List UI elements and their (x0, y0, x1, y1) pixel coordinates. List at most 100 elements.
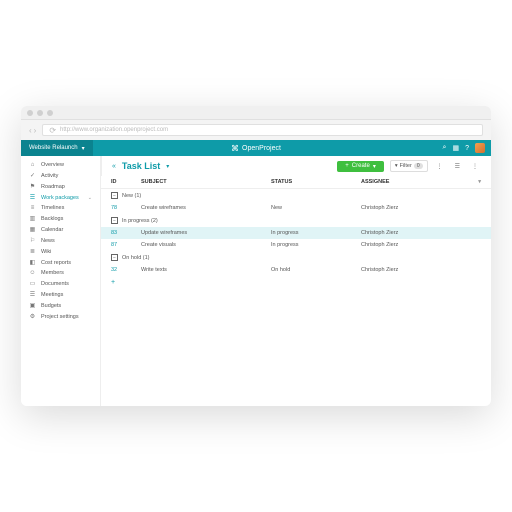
sidebar-item-work-packages[interactable]: ☰Work packages⌄ (21, 192, 100, 203)
main: « Task List ▾ + Create ▾ ▾ Filter 0 ⋮ ☰ … (101, 156, 491, 406)
search-icon[interactable]: ⌕ (443, 144, 447, 152)
sidebar-item-budgets[interactable]: ▣ Budgets (21, 300, 100, 311)
sidebar-icon: ≡ (29, 205, 36, 211)
sidebar-item-label: Documents (41, 281, 69, 287)
sidebar: ⌂Overview ✓ Activity ⚑Roadmap ☰ Work packages… (21, 156, 101, 406)
collapse-group-icon[interactable]: − (111, 254, 118, 261)
url-text: http://www.organization.openproject.com (60, 127, 168, 133)
sidebar-item-label: Activity (41, 173, 58, 179)
sidebar-item-label: Budgets (41, 303, 61, 309)
plus-icon: + (345, 163, 349, 169)
app-window: ‹ › ⟳ http://www.organization.openprojec… (21, 106, 491, 406)
sidebar-item-backlogs[interactable]: ▥ Backlogs (21, 213, 100, 224)
table-row[interactable]: 83Update wireframesIn progressChristoph … (101, 227, 491, 239)
sidebar-item-news[interactable]: ⚐ News (21, 235, 100, 246)
sidebar-item-activity[interactable]: ✓ Activity (21, 170, 100, 181)
sidebar-icon: ⚙ (29, 313, 36, 320)
col-assignee[interactable]: ASSIGNEE (361, 179, 473, 185)
col-menu[interactable]: ▾ (473, 179, 481, 185)
cell-assignee: Christoph Zierz (361, 230, 481, 236)
sidebar-item-label: Backlogs (41, 216, 63, 222)
cell-assignee: Christoph Zierz (361, 205, 481, 211)
col-id[interactable]: ID (111, 179, 141, 185)
project-selector[interactable]: Website Relaunch ▾ (21, 140, 93, 156)
cell-id[interactable]: 83 (111, 230, 141, 236)
collapse-sidebar-icon[interactable]: « (112, 163, 116, 170)
sidebar-item-label: News (41, 238, 55, 244)
table-row[interactable]: 78Create wireframesNewChristoph Zierz (101, 202, 491, 214)
task-table: ID SUBJECT STATUS ASSIGNEE ▾ −New (1)78C… (101, 176, 491, 406)
window-titlebar (21, 106, 491, 120)
sidebar-item-documents[interactable]: ▭ Documents (21, 278, 100, 289)
sidebar-item-members[interactable]: ☺Members (21, 268, 100, 278)
sidebar-icon: ⌂ (29, 162, 36, 168)
sidebar-item-cost-reports[interactable]: ◧ Cost reports (21, 257, 100, 268)
main-header: « Task List ▾ + Create ▾ ▾ Filter 0 ⋮ ☰ … (101, 156, 491, 176)
sidebar-icon: ✓ (29, 172, 36, 179)
group-header[interactable]: −In progress (2) (101, 214, 491, 227)
min-dot[interactable] (37, 110, 43, 116)
browser-address-bar: ‹ › ⟳ http://www.organization.openprojec… (21, 120, 491, 140)
max-dot[interactable] (47, 110, 53, 116)
cell-status: On hold (271, 267, 361, 273)
chevron-down-icon: ▾ (82, 145, 85, 152)
more-icon[interactable]: ⋮ (469, 161, 481, 172)
sidebar-item-calendar[interactable]: ▦Calendar (21, 224, 100, 235)
sidebar-icon: ◧ (29, 259, 36, 266)
avatar[interactable] (475, 143, 485, 153)
sidebar-item-timelines[interactable]: ≡Timelines (21, 203, 100, 213)
create-label: Create (352, 163, 370, 169)
sidebar-icon: ▥ (29, 215, 36, 222)
sidebar-item-roadmap[interactable]: ⚑Roadmap (21, 181, 100, 192)
sidebar-icon: ▣ (29, 302, 36, 309)
cell-id[interactable]: 32 (111, 267, 141, 273)
collapse-group-icon[interactable]: − (111, 217, 118, 224)
brand-logo-icon: ⌘ (231, 144, 239, 153)
back-icon[interactable]: ‹ (29, 126, 32, 135)
sidebar-item-meetings[interactable]: ☰Meetings (21, 289, 100, 300)
reload-icon[interactable]: ⟳ (49, 126, 56, 135)
forward-icon[interactable]: › (34, 126, 37, 135)
sidebar-icon: ⚐ (29, 237, 36, 244)
sidebar-item-wiki[interactable]: ≣ Wiki (21, 246, 100, 257)
sidebar-icon: ≣ (29, 248, 36, 255)
settings-icon[interactable]: ☰ (452, 161, 463, 172)
app-body: ⌂Overview ✓ Activity ⚑Roadmap ☰ Work packages… (21, 156, 491, 406)
table-header: ID SUBJECT STATUS ASSIGNEE ▾ (101, 176, 491, 189)
options-icon[interactable]: ⋮ (434, 161, 446, 172)
filter-button[interactable]: ▾ Filter 0 (390, 160, 428, 172)
cell-subject: Create visuals (141, 242, 271, 248)
table-row[interactable]: 32Write textsOn holdChristoph Zierz (101, 264, 491, 276)
cell-id[interactable]: 78 (111, 205, 141, 211)
sidebar-item-label: Work packages (41, 195, 79, 201)
sidebar-item-label: Cost reports (41, 260, 71, 266)
sidebar-item-overview[interactable]: ⌂Overview (21, 160, 100, 170)
sidebar-icon: ☰ (29, 291, 36, 298)
create-button[interactable]: + Create ▾ (337, 161, 384, 172)
group-header[interactable]: −New (1) (101, 189, 491, 202)
brand: ⌘ OpenProject (231, 144, 281, 153)
cell-assignee: Christoph Zierz (361, 267, 481, 273)
col-subject[interactable]: SUBJECT (141, 179, 271, 185)
cell-assignee: Christoph Zierz (361, 242, 481, 248)
inline-add-button[interactable]: + (101, 276, 491, 289)
sidebar-item-label: Wiki (41, 249, 51, 255)
group-header[interactable]: −On hold (1) (101, 251, 491, 264)
sidebar-icon: ▭ (29, 280, 36, 287)
cell-id[interactable]: 87 (111, 242, 141, 248)
table-row[interactable]: 87Create visualsIn progressChristoph Zie… (101, 239, 491, 251)
sidebar-item-project-settings[interactable]: ⚙Project settings (21, 311, 100, 322)
sidebar-icon: ▦ (29, 226, 36, 233)
app-topbar: Website Relaunch ▾ ⌘ OpenProject ⌕ ▦ ? (21, 140, 491, 156)
chevron-down-icon: ⌄ (88, 195, 92, 201)
col-status[interactable]: STATUS (271, 179, 361, 185)
title-dropdown-icon[interactable]: ▾ (166, 163, 169, 170)
brand-text: OpenProject (242, 145, 281, 152)
cell-subject: Create wireframes (141, 205, 271, 211)
close-dot[interactable] (27, 110, 33, 116)
filter-label: Filter (400, 163, 412, 169)
help-icon[interactable]: ? (465, 145, 469, 152)
grid-icon[interactable]: ▦ (452, 144, 459, 152)
url-box[interactable]: ⟳ http://www.organization.openproject.co… (42, 124, 483, 136)
collapse-group-icon[interactable]: − (111, 192, 118, 199)
